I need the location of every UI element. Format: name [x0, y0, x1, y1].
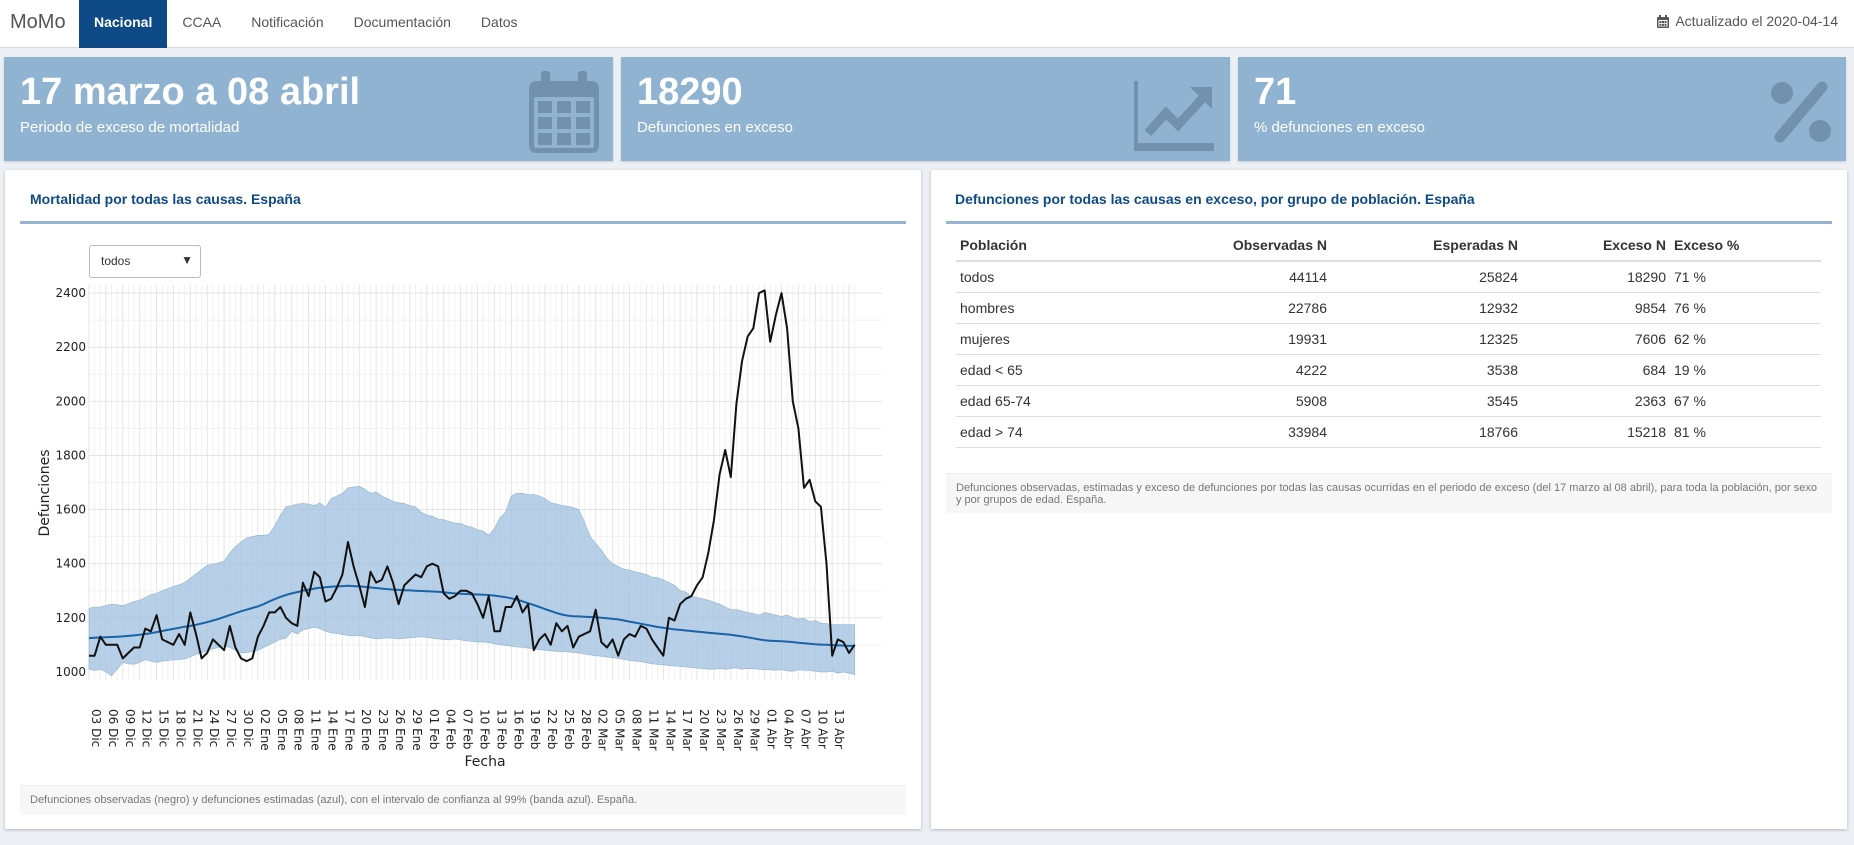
col-poblacion[interactable]: Población — [956, 230, 1136, 262]
updated-status: Actualizado el 2020-04-14 — [1657, 13, 1838, 29]
cell-esperadas: 3545 — [1331, 385, 1522, 417]
valuebox-exceso: 18290 Defunciones en exceso — [621, 57, 1230, 161]
cell-observadas: 4222 — [1136, 354, 1331, 386]
cell-exceso-pct: 62 % — [1670, 323, 1821, 355]
tab-datos[interactable]: Datos — [466, 0, 533, 48]
cell-observadas: 33984 — [1136, 416, 1331, 448]
cell-poblacion: edad < 65 — [956, 354, 1136, 386]
chart-line-icon — [1134, 81, 1214, 151]
table-row: todos 44114 25824 18290 71 % — [956, 261, 1821, 293]
cell-observadas: 22786 — [1136, 292, 1331, 324]
cell-esperadas: 12325 — [1331, 323, 1522, 355]
table-caption: Defunciones observadas, estimadas y exce… — [946, 473, 1832, 513]
valuebox-subtitle: % defunciones en exceso — [1254, 119, 1425, 136]
percent-icon — [1771, 81, 1831, 143]
cell-poblacion: edad > 74 — [956, 416, 1136, 448]
table-row: edad < 65 4222 3538 684 19 % — [956, 354, 1821, 386]
cell-exceso-n: 18290 — [1522, 261, 1670, 293]
tab-documentacion[interactable]: Documentación — [339, 0, 466, 48]
table-row: mujeres 19931 12325 7606 62 % — [956, 323, 1821, 355]
panel-title: Mortalidad por todas las causas. España — [30, 191, 301, 207]
cell-poblacion: hombres — [956, 292, 1136, 324]
cell-poblacion: todos — [956, 261, 1136, 293]
cell-esperadas: 18766 — [1331, 416, 1522, 448]
valuebox-periodo: 17 marzo a 08 abril Periodo de exceso de… — [4, 57, 613, 161]
valuebox-porcentaje: 71 % defunciones en exceso — [1238, 57, 1846, 161]
cell-exceso-n: 7606 — [1522, 323, 1670, 355]
col-exceso-n[interactable]: Exceso N — [1522, 230, 1670, 262]
chart-caption: Defunciones observadas (negro) y defunci… — [20, 785, 906, 815]
population-select[interactable]: todos ▼ — [89, 245, 201, 278]
valuebox-value: 71 — [1254, 71, 1297, 113]
table-row: edad > 74 33984 18766 15218 81 % — [956, 416, 1821, 448]
cell-exceso-pct: 71 % — [1670, 261, 1821, 293]
tab-nacional[interactable]: Nacional — [79, 0, 168, 48]
navbar: MoMo Nacional CCAA Notificación Document… — [0, 0, 1854, 48]
panel-title: Defunciones por todas las causas en exce… — [955, 191, 1475, 207]
calendar-icon — [529, 71, 599, 153]
cell-esperadas: 12932 — [1331, 292, 1522, 324]
nav-tabs: Nacional CCAA Notificación Documentación… — [79, 0, 533, 48]
table-header-row: Población Observadas N Esperadas N Exces… — [956, 230, 1821, 262]
calendar-icon — [1657, 14, 1670, 28]
valuebox-subtitle: Defunciones en exceso — [637, 119, 793, 136]
cell-exceso-n: 9854 — [1522, 292, 1670, 324]
cell-poblacion: mujeres — [956, 323, 1136, 355]
panel-divider — [946, 221, 1832, 224]
updated-text: Actualizado el 2020-04-14 — [1675, 13, 1838, 29]
cell-exceso-pct: 19 % — [1670, 354, 1821, 386]
cell-poblacion: edad 65-74 — [956, 385, 1136, 417]
select-value: todos — [101, 254, 131, 268]
col-exceso-pct[interactable]: Exceso % — [1670, 230, 1821, 262]
panel-divider — [20, 221, 906, 224]
cell-exceso-n: 15218 — [1522, 416, 1670, 448]
cell-exceso-pct: 76 % — [1670, 292, 1821, 324]
valuebox-subtitle: Periodo de exceso de mortalidad — [20, 119, 240, 136]
brand[interactable]: MoMo — [10, 11, 66, 34]
cell-observadas: 5908 — [1136, 385, 1331, 417]
cell-observadas: 44114 — [1136, 261, 1331, 293]
table-row: edad 65-74 5908 3545 2363 67 % — [956, 385, 1821, 417]
cell-exceso-pct: 67 % — [1670, 385, 1821, 417]
cell-observadas: 19931 — [1136, 323, 1331, 355]
valuebox-value: 17 marzo a 08 abril — [20, 71, 361, 113]
tab-notificacion[interactable]: Notificación — [236, 0, 338, 48]
cell-exceso-pct: 81 % — [1670, 416, 1821, 448]
cell-exceso-n: 684 — [1522, 354, 1670, 386]
col-esperadas[interactable]: Esperadas N — [1331, 230, 1522, 262]
cell-esperadas: 25824 — [1331, 261, 1522, 293]
tab-ccaa[interactable]: CCAA — [167, 0, 236, 48]
table-row: hombres 22786 12932 9854 76 % — [956, 292, 1821, 324]
cell-exceso-n: 2363 — [1522, 385, 1670, 417]
dropdown-arrow-icon: ▼ — [181, 253, 193, 267]
valuebox-value: 18290 — [637, 71, 743, 113]
cell-esperadas: 3538 — [1331, 354, 1522, 386]
excess-table: Población Observadas N Esperadas N Exces… — [956, 230, 1821, 448]
col-observadas[interactable]: Observadas N — [1136, 230, 1331, 262]
